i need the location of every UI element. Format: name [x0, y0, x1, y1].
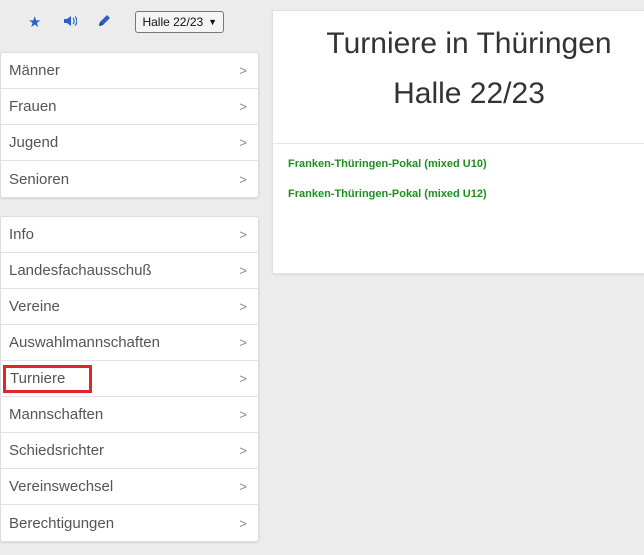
menu-item-maenner[interactable]: Männer >: [1, 53, 258, 89]
menu-item-schiedsrichter[interactable]: Schiedsrichter >: [1, 433, 258, 469]
menu-item-label: Senioren: [9, 170, 70, 188]
menu-item-vereinswechsel[interactable]: Vereinswechsel >: [1, 469, 258, 505]
pencil-icon[interactable]: [97, 14, 111, 30]
chevron-right-icon: >: [239, 479, 247, 494]
menu-item-landesfachausschuss[interactable]: Landesfachausschuß >: [1, 253, 258, 289]
menu-item-mannschaften[interactable]: Mannschaften >: [1, 397, 258, 433]
chevron-right-icon: >: [239, 443, 247, 458]
menu-item-label: Turniere: [3, 364, 93, 393]
chevron-right-icon: >: [239, 299, 247, 314]
menu-item-label: Mannschaften: [9, 406, 104, 423]
season-select[interactable]: Halle 22/23 ▼: [135, 11, 225, 33]
chevron-right-icon: >: [239, 227, 247, 242]
menu-item-info[interactable]: Info >: [1, 217, 258, 253]
divider: [273, 143, 644, 144]
menu-item-vereine[interactable]: Vereine >: [1, 289, 258, 325]
toolbar: ★ Halle 22/23 ▼: [0, 0, 259, 44]
chevron-right-icon: >: [239, 515, 247, 531]
menu-item-label: Vereine: [9, 298, 60, 315]
menu-item-label: Info: [9, 226, 35, 243]
menu-item-label: Männer: [9, 62, 60, 79]
star-icon[interactable]: ★: [28, 15, 41, 30]
page-title-line2: Halle 22/23: [393, 77, 545, 110]
menu-item-turniere[interactable]: Turniere >: [1, 361, 258, 397]
menu-item-berechtigungen[interactable]: Berechtigungen >: [1, 505, 258, 541]
menu-item-auswahlmannschaften[interactable]: Auswahlmannschaften >: [1, 325, 258, 361]
main-panel: Turniere in Thüringen Halle 22/23 Franke…: [272, 10, 644, 274]
chevron-right-icon: >: [239, 407, 247, 422]
chevron-right-icon: >: [239, 171, 247, 187]
menu-item-label: Landesfachausschuß: [9, 262, 152, 279]
speaker-icon[interactable]: [63, 15, 78, 29]
menu-item-frauen[interactable]: Frauen >: [1, 89, 258, 125]
menu-item-label: Berechtigungen: [9, 514, 115, 532]
sidebar: ★ Halle 22/23 ▼ Männer > Frauen > Jugend…: [0, 0, 259, 542]
chevron-right-icon: >: [239, 335, 247, 350]
chevron-right-icon: >: [239, 263, 247, 278]
menu-item-label: Jugend: [9, 134, 59, 151]
chevron-right-icon: >: [239, 99, 247, 114]
menu-item-jugend[interactable]: Jugend >: [1, 125, 258, 161]
page-title: Turniere in Thüringen Halle 22/23: [285, 11, 644, 119]
tournament-link-u10[interactable]: Franken-Thüringen-Pokal (mixed U10): [288, 158, 644, 170]
chevron-right-icon: >: [239, 63, 247, 78]
menu-item-senioren[interactable]: Senioren >: [1, 161, 258, 197]
chevron-right-icon: >: [239, 371, 247, 386]
menu-item-label: Frauen: [9, 98, 57, 115]
chevron-right-icon: >: [239, 135, 247, 150]
page-title-line1: Turniere in Thüringen: [326, 27, 612, 60]
season-select-value: Halle 22/23: [142, 15, 204, 29]
menu-group-categories: Männer > Frauen > Jugend > Senioren >: [0, 52, 259, 198]
tournament-link-u12[interactable]: Franken-Thüringen-Pokal (mixed U12): [288, 188, 644, 200]
chevron-down-icon: ▼: [208, 17, 218, 27]
menu-item-label: Schiedsrichter: [9, 442, 105, 459]
menu-group-sections: Info > Landesfachausschuß > Vereine > Au…: [0, 216, 259, 542]
menu-item-label: Vereinswechsel: [9, 478, 114, 495]
menu-item-label: Auswahlmannschaften: [9, 334, 160, 351]
